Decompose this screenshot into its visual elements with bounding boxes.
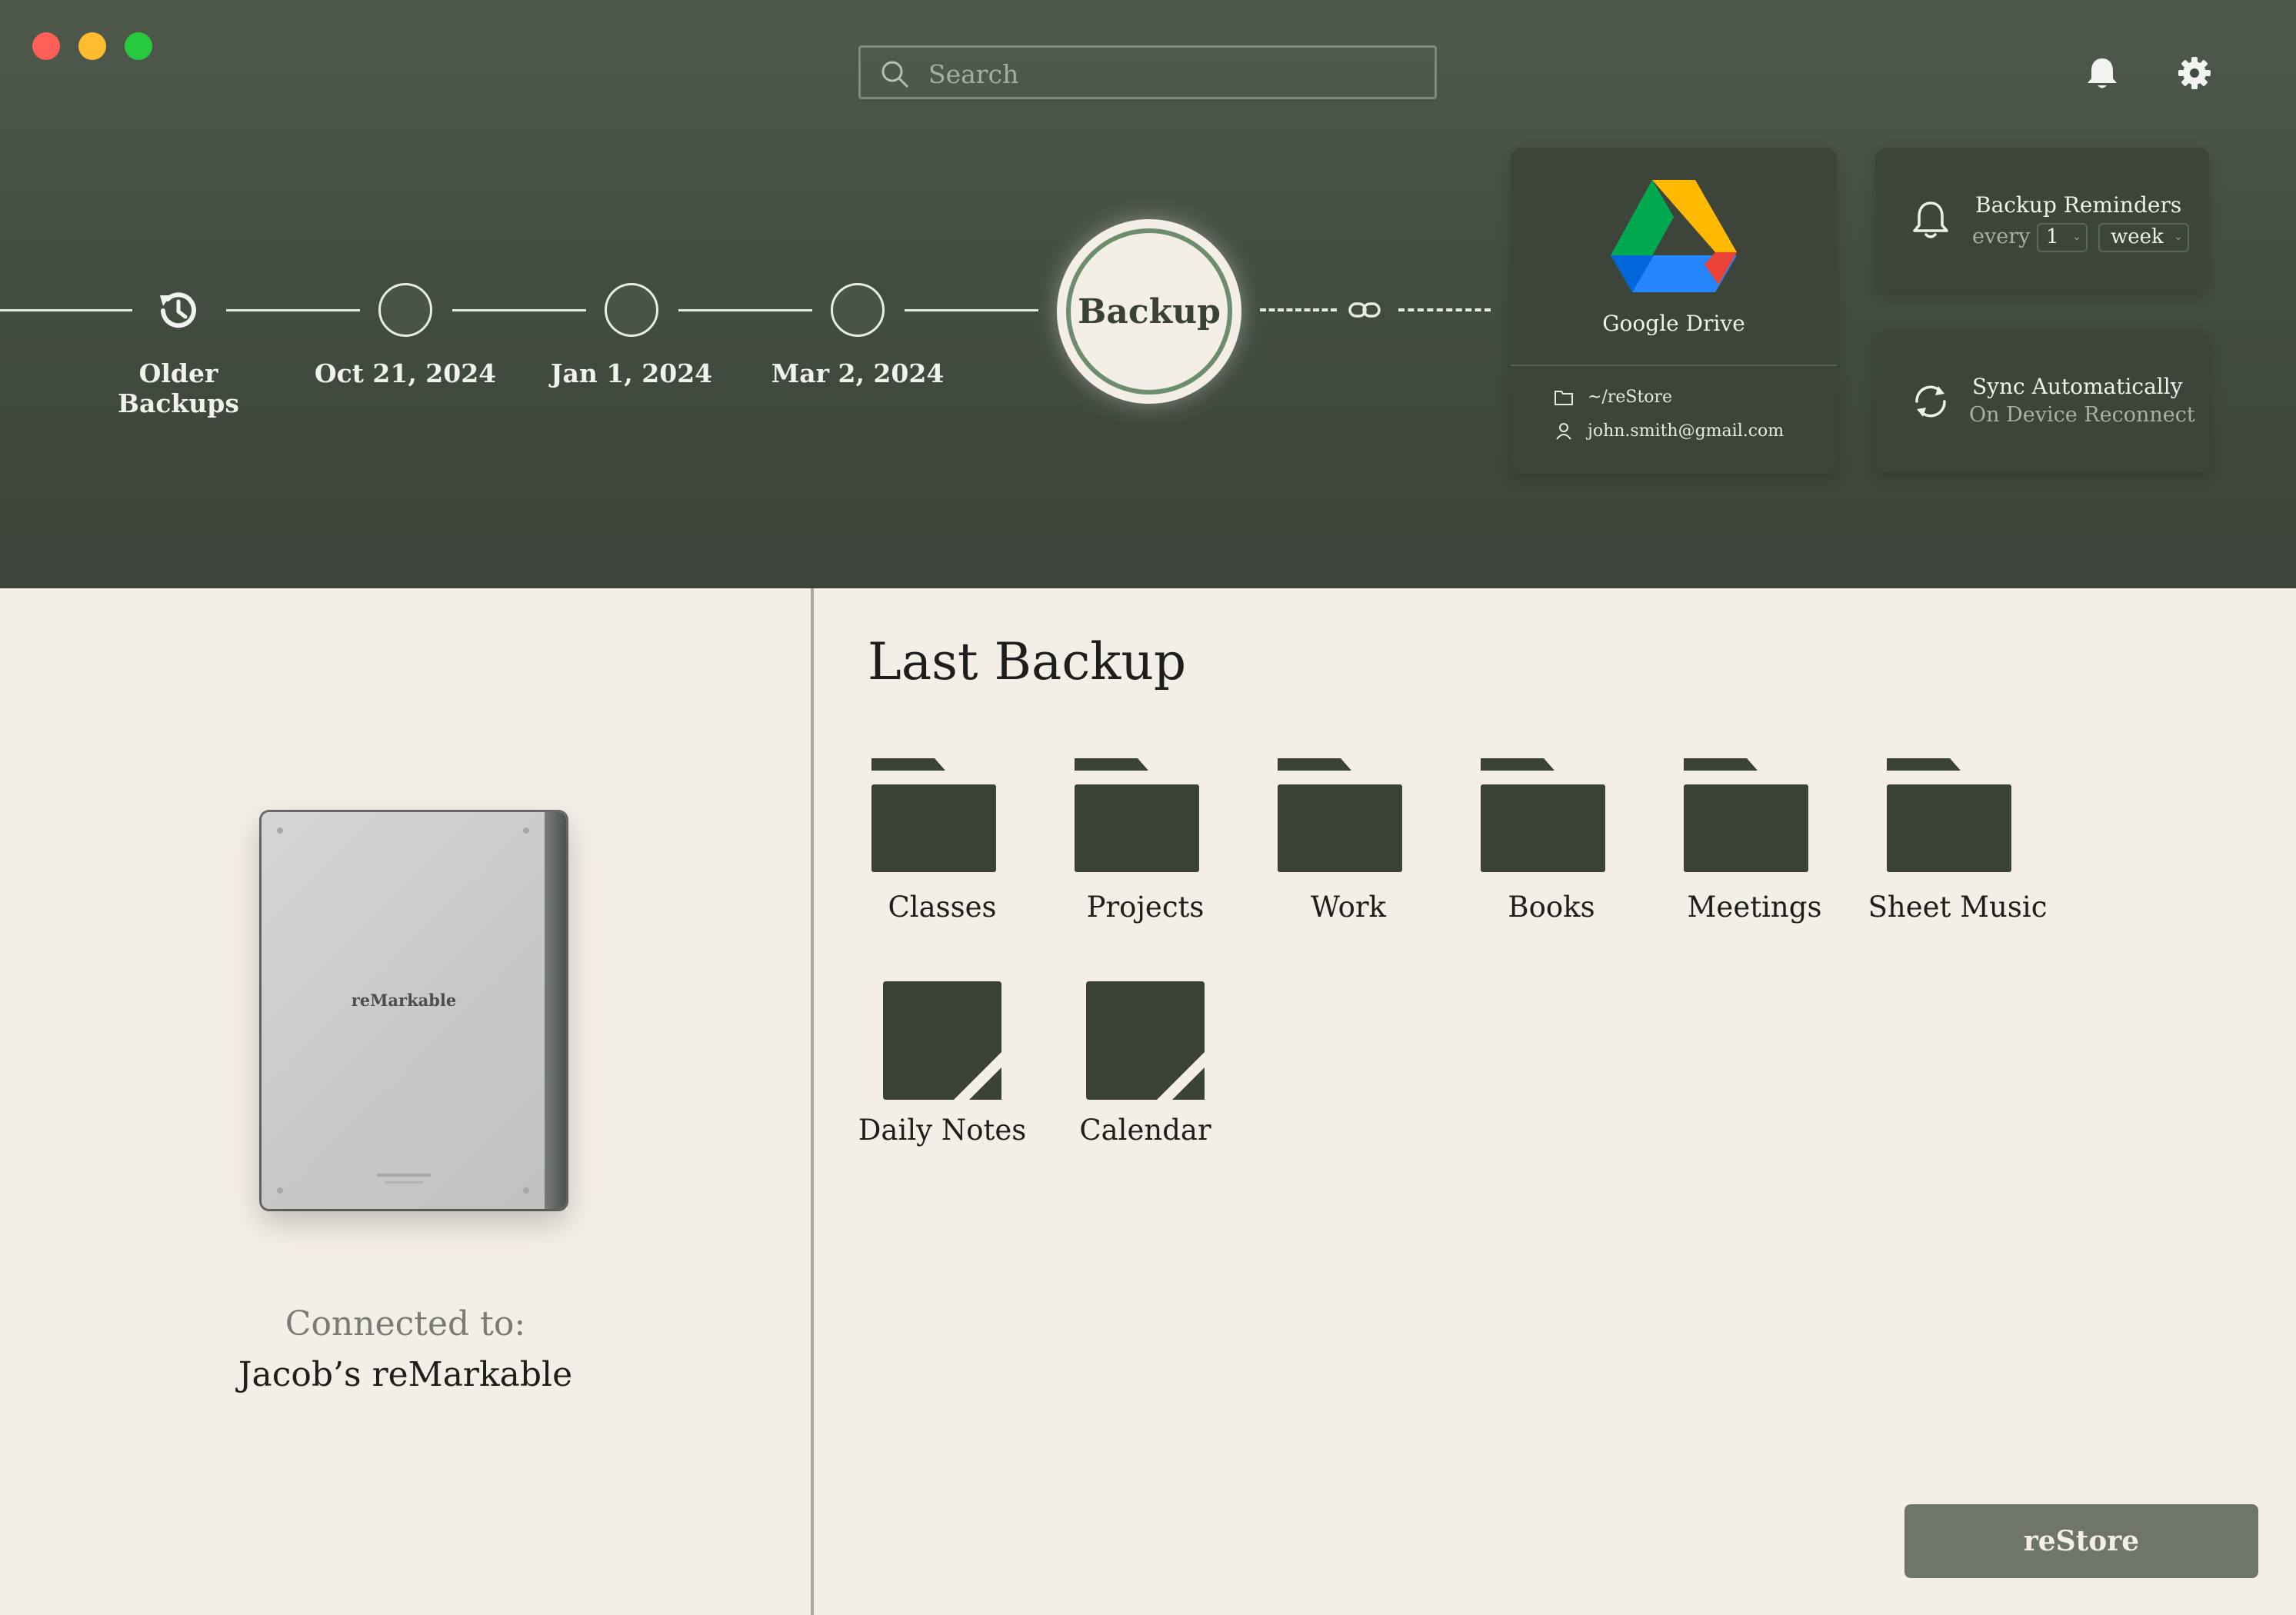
panel-divider <box>811 588 814 1615</box>
reminder-interval-value: 1 <box>2046 225 2059 248</box>
folder-icon <box>1887 758 2011 872</box>
sync-subtitle: On Device Reconnect <box>1969 403 2195 427</box>
notebook-label: Calendar <box>1079 1114 1211 1147</box>
search-bar[interactable] <box>858 45 1437 99</box>
folder-icon <box>1684 758 1808 872</box>
device-corner-dot <box>277 1187 283 1194</box>
reminders-title: Backup Reminders <box>1975 192 2182 218</box>
destination-path: ~/reStore <box>1588 388 1673 407</box>
reminder-unit-value: week <box>2111 225 2164 248</box>
folder-label: Books <box>1508 891 1595 924</box>
device-fine-print <box>377 1174 431 1177</box>
reminders-every-label: every <box>1972 225 2031 248</box>
backup-button[interactable]: Backup <box>1057 219 1241 404</box>
folder-icon <box>1278 758 1402 872</box>
destination-path-row: ~/reStore <box>1554 388 1672 407</box>
timeline-dashed-link <box>1398 308 1491 311</box>
google-drive-icon <box>1611 180 1737 292</box>
last-backup-title: Last Backup <box>868 632 1187 691</box>
device-corner-dot <box>523 1187 529 1194</box>
timeline-line <box>678 309 812 311</box>
device-image: reMarkable <box>262 812 566 1209</box>
gear-icon[interactable] <box>2175 54 2214 92</box>
device-brand: reMarkable <box>351 991 457 1010</box>
folder-outline-icon <box>1555 390 1573 405</box>
timeline-line <box>452 309 586 311</box>
device-spine <box>545 812 566 1209</box>
notebook-label: Daily Notes <box>858 1114 1027 1147</box>
notebook-item[interactable]: Daily Notes <box>858 981 1026 1166</box>
timeline-line <box>905 309 1038 311</box>
backup-button-ring: Backup <box>1066 228 1232 395</box>
history-icon[interactable] <box>154 286 203 335</box>
search-input[interactable] <box>927 54 1407 94</box>
header: Older Backups Oct 21, 2024 Jan 1, 2024 M… <box>0 0 2296 588</box>
backup-date-label: Oct 21, 2024 <box>314 358 497 388</box>
folder-label: Projects <box>1086 891 1205 924</box>
device-corner-dot <box>277 827 283 834</box>
folder-item[interactable]: Meetings <box>1674 758 1835 943</box>
user-icon <box>1556 422 1571 440</box>
folder-icon <box>1481 758 1605 872</box>
sync-icon <box>1915 385 1946 418</box>
backup-reminders-card: Backup Reminders every 1 ⌄ week ⌄ <box>1875 148 2209 291</box>
folder-item[interactable]: Books <box>1471 758 1632 943</box>
destination-account-row: john.smith@gmail.com <box>1554 421 1784 441</box>
reminder-interval-select[interactable]: 1 ⌄ <box>2037 223 2088 252</box>
timeline-line <box>0 309 132 311</box>
backup-node[interactable] <box>831 283 885 337</box>
folder-label: Meetings <box>1687 891 1822 924</box>
folder-item[interactable]: Classes <box>861 758 1023 943</box>
timeline-line <box>226 309 360 311</box>
chevron-down-icon: ⌄ <box>2174 231 2183 243</box>
device-fine-print <box>385 1181 423 1184</box>
folder-label: Work <box>1311 891 1386 924</box>
destination-account: john.smith@gmail.com <box>1588 421 1784 441</box>
restore-button[interactable]: reStore <box>1904 1504 2258 1578</box>
search-icon <box>881 61 908 88</box>
device-corner-dot <box>523 827 529 834</box>
backup-date-label: Mar 2, 2024 <box>771 358 945 388</box>
reminder-unit-select[interactable]: week ⌄ <box>2098 223 2189 252</box>
timeline-dashed-link <box>1260 308 1337 311</box>
link-icon <box>1348 302 1381 318</box>
folder-item[interactable]: Work <box>1268 758 1429 943</box>
folder-label: Classes <box>888 891 997 924</box>
window-minimize-button[interactable] <box>78 32 106 60</box>
notebook-icon <box>883 981 1001 1100</box>
notebook-item[interactable]: Calendar <box>1065 981 1226 1166</box>
folder-icon <box>871 758 996 872</box>
backup-date-label: Jan 1, 2024 <box>550 358 713 388</box>
sync-title: Sync Automatically <box>1972 374 2183 399</box>
folder-icon <box>1075 758 1199 872</box>
folder-item[interactable]: Projects <box>1065 758 1226 943</box>
folder-label: Sheet Music <box>1868 891 2048 924</box>
destination-card[interactable]: Google Drive ~/reStore john.smith@gmail.… <box>1511 148 1837 474</box>
bell-outline-icon <box>1913 201 1948 238</box>
folder-item[interactable]: Sheet Music <box>1868 758 2047 943</box>
window-maximize-button[interactable] <box>125 32 152 60</box>
destination-name: Google Drive <box>1602 311 1745 336</box>
backup-node[interactable] <box>378 283 432 337</box>
older-backups-label[interactable]: Older Backups <box>78 358 278 418</box>
device-name: Jacob’s reMarkable <box>238 1355 573 1394</box>
chevron-down-icon: ⌄ <box>2072 231 2081 243</box>
sync-automatically-card[interactable]: Sync Automatically On Device Reconnect <box>1875 331 2209 472</box>
divider <box>1511 365 1837 366</box>
notebook-icon <box>1086 981 1205 1100</box>
backup-button-label: Backup <box>1078 291 1221 331</box>
bell-icon[interactable] <box>2083 54 2121 92</box>
backup-node[interactable] <box>605 283 658 337</box>
connected-label: Connected to: <box>285 1304 526 1344</box>
window-close-button[interactable] <box>32 32 60 60</box>
